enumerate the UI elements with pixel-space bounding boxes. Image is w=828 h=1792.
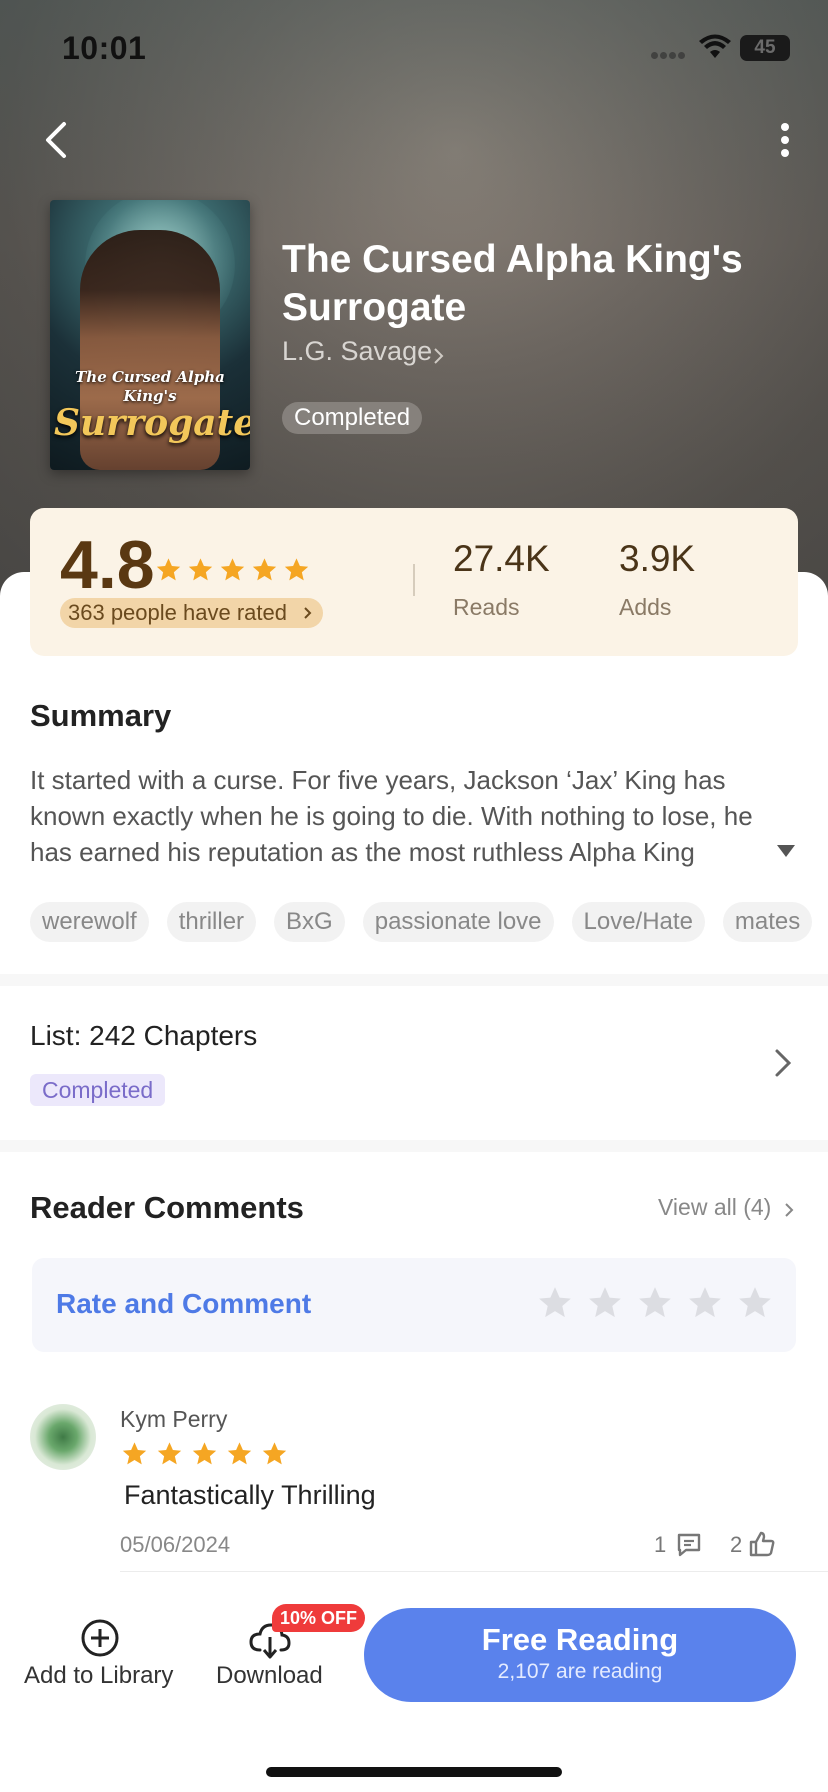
comment-date: 05/06/2024	[120, 1532, 231, 1557]
chevron-right-icon[interactable]	[784, 1202, 794, 1218]
chevron-right-icon[interactable]	[432, 346, 446, 366]
rate-stars[interactable]	[536, 1284, 774, 1322]
add-to-library-button[interactable]: Add to Library	[24, 1662, 173, 1690]
star-icon	[227, 1442, 252, 1465]
tag-chip[interactable]: passionate love	[362, 902, 554, 942]
adds-value: 3.9K	[619, 538, 696, 579]
empty-star-icon[interactable]	[736, 1284, 774, 1322]
back-icon[interactable]	[40, 118, 76, 162]
empty-star-icon[interactable]	[636, 1284, 674, 1322]
more-options-icon[interactable]	[770, 118, 800, 162]
wifi-icon	[699, 34, 731, 58]
star-icon	[252, 558, 277, 581]
reply-icon[interactable]	[676, 1532, 702, 1558]
reads-value: 27.4K	[453, 538, 550, 579]
tag-chip[interactable]: Love/Hate	[571, 902, 705, 942]
author-link[interactable]: L.G. Savage	[282, 336, 432, 367]
star-icon	[157, 1442, 182, 1465]
free-reading-button[interactable]: Free Reading 2,107 are reading	[364, 1608, 796, 1702]
empty-star-icon[interactable]	[586, 1284, 624, 1322]
chevron-right-icon	[304, 607, 312, 619]
section-divider	[0, 974, 828, 986]
comment-text: Fantastically Thrilling	[124, 1480, 376, 1510]
commenter-name: Kym Perry	[120, 1406, 228, 1432]
home-indicator	[266, 1767, 562, 1777]
rating-score: 4.8	[60, 527, 155, 603]
status-time: 10:01	[62, 30, 147, 66]
discount-badge: 10% OFF	[272, 1604, 366, 1632]
chapters-status-badge: Completed	[30, 1074, 166, 1106]
comment-divider	[120, 1571, 828, 1572]
view-all-comments-link[interactable]: View all (4)	[658, 1194, 771, 1221]
book-cover: The Cursed Alpha King's Surrogate	[50, 200, 250, 470]
chevron-right-icon[interactable]	[774, 1048, 792, 1078]
avatar[interactable]	[30, 1404, 96, 1470]
tag-chip[interactable]: werewolf	[30, 902, 149, 942]
like-count: 2	[730, 1532, 743, 1557]
star-icon	[192, 1442, 217, 1465]
star-icon	[220, 558, 245, 581]
empty-star-icon[interactable]	[536, 1284, 574, 1322]
star-icon	[122, 1442, 147, 1465]
star-icon	[156, 558, 181, 581]
section-divider	[0, 1140, 828, 1152]
cover-title-big: Surrogate	[54, 402, 250, 444]
comment-stars	[120, 1440, 289, 1468]
tag-chip[interactable]: thriller	[166, 902, 257, 942]
book-title: The Cursed Alpha King's Surrogate	[282, 238, 743, 329]
adds-label: Adds	[619, 594, 672, 620]
status-badge: Completed	[282, 402, 423, 434]
tag-list: werewolf thriller BxG passionate love Lo…	[30, 902, 813, 942]
signal-icon	[651, 46, 691, 59]
rate-and-comment-box[interactable]: Rate and Comment	[32, 1258, 796, 1352]
reply-count: 1	[654, 1532, 667, 1557]
reads-label: Reads	[453, 594, 520, 620]
tag-chip[interactable]: mates	[722, 902, 813, 942]
download-button[interactable]: Download	[216, 1662, 323, 1690]
expand-icon[interactable]	[776, 844, 796, 858]
empty-star-icon[interactable]	[686, 1284, 724, 1322]
summary-text: It started with a curse. For five years,…	[30, 765, 753, 867]
rating-card: 4.8 363 people have rated 27.4K Reads 3.…	[30, 508, 798, 656]
summary-title: Summary	[30, 698, 172, 733]
add-circle-icon[interactable]	[80, 1618, 120, 1658]
star-icon	[262, 1442, 287, 1465]
free-reading-label: Free Reading	[481, 1622, 679, 1657]
stat-divider	[413, 564, 415, 596]
rating-stars	[154, 556, 311, 586]
rated-count-link[interactable]: 363 people have rated	[60, 598, 323, 628]
thumbs-up-icon[interactable]	[748, 1530, 776, 1558]
reading-count: 2,107 are reading	[497, 1660, 663, 1683]
tag-chip[interactable]: BxG	[274, 902, 345, 942]
chapters-list-link[interactable]: List: 242 Chapters	[30, 1020, 257, 1052]
cover-title-small: The Cursed Alpha King's	[75, 368, 225, 405]
rated-count-label: 363 people have rated	[68, 600, 287, 625]
reader-comments-title: Reader Comments	[30, 1190, 304, 1225]
bottom-action-bar: Add to Library Download 10% OFF Free Rea…	[0, 1590, 828, 1792]
status-bar: 10:01 45	[0, 0, 828, 100]
star-icon	[188, 558, 213, 581]
rate-and-comment-label[interactable]: Rate and Comment	[56, 1288, 311, 1320]
star-icon	[284, 558, 309, 581]
battery-icon: 45	[740, 35, 790, 61]
